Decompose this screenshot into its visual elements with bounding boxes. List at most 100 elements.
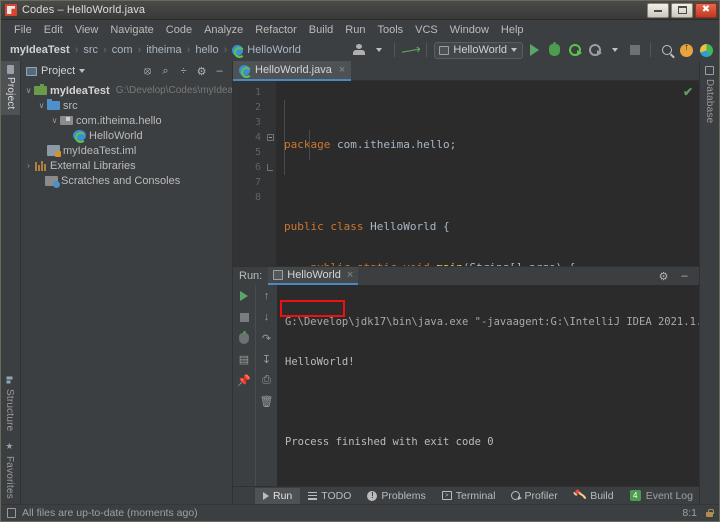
- settings-gear-icon[interactable]: ⚙: [657, 270, 670, 283]
- code-content[interactable]: package com.itheima.hello; public class …: [276, 81, 699, 266]
- chevron-down-icon[interactable]: [606, 42, 623, 59]
- minimize-button[interactable]: [647, 2, 669, 18]
- fold-marker-open[interactable]: [265, 130, 276, 145]
- tree-node-package[interactable]: ∨ com.itheima.hello: [21, 113, 232, 128]
- debug-icon[interactable]: [237, 330, 251, 345]
- menu-vcs[interactable]: VCS: [409, 23, 444, 37]
- back-arrow-icon[interactable]: ⟶: [400, 40, 423, 59]
- menu-file[interactable]: File: [8, 23, 38, 37]
- chevron-down-icon[interactable]: [370, 42, 387, 59]
- tree-node-iml[interactable]: myIdeaTest.iml: [21, 143, 232, 158]
- run-configuration-selector[interactable]: HelloWorld: [434, 41, 523, 59]
- scroll-to-end-icon[interactable]: ↧: [260, 352, 274, 366]
- menu-tools[interactable]: Tools: [371, 23, 409, 37]
- fold-marker-end[interactable]: [265, 160, 276, 175]
- hide-icon[interactable]: ‒: [678, 270, 691, 283]
- scroll-from-source-icon[interactable]: ÷: [177, 65, 190, 78]
- chevron-down-icon[interactable]: ∨: [23, 86, 34, 95]
- clear-all-icon[interactable]: 🗑: [260, 394, 274, 408]
- breadcrumb-item-src[interactable]: src: [83, 44, 98, 56]
- run-icon: [263, 491, 269, 500]
- tree-node-external-libraries[interactable]: › External Libraries: [21, 158, 232, 173]
- profiler-button[interactable]: [586, 42, 603, 59]
- event-log-button[interactable]: 4 Event Log: [629, 490, 699, 502]
- print-icon[interactable]: ⎙: [260, 373, 274, 387]
- tree-node-module[interactable]: ∨ myIdeaTest G:\Develop\Codes\myIdeaTest: [21, 83, 232, 98]
- tool-button-todo[interactable]: TODO: [300, 488, 359, 504]
- menu-edit[interactable]: Edit: [38, 23, 69, 37]
- chevron-down-icon[interactable]: ∨: [49, 116, 60, 125]
- lock-icon[interactable]: [705, 509, 714, 517]
- menu-window[interactable]: Window: [444, 23, 495, 37]
- settings-gear-icon[interactable]: ⚙: [195, 65, 208, 78]
- sidebar-item-project[interactable]: Project: [1, 61, 20, 115]
- down-arrow-icon[interactable]: ↓: [260, 310, 274, 324]
- tab-helloworld-java[interactable]: HelloWorld.java ×: [233, 61, 352, 81]
- tool-button-build[interactable]: 🪓 Build: [566, 488, 622, 504]
- menu-view[interactable]: View: [69, 23, 105, 37]
- chevron-down-icon[interactable]: [79, 69, 86, 73]
- caret-position[interactable]: 8:1: [682, 507, 697, 519]
- menu-code[interactable]: Code: [160, 23, 198, 37]
- debug-button[interactable]: [546, 42, 563, 59]
- breadcrumb-item-com[interactable]: com: [112, 44, 133, 56]
- stop-button[interactable]: [626, 42, 643, 59]
- sidebar-item-database[interactable]: Database: [700, 61, 719, 128]
- run-tab-helloworld[interactable]: HelloWorld ×: [268, 267, 359, 285]
- close-button[interactable]: ✖: [695, 2, 717, 18]
- run-with-coverage-button[interactable]: [566, 42, 583, 59]
- breadcrumb-item-project[interactable]: myIdeaTest: [10, 44, 70, 56]
- up-arrow-icon[interactable]: ↑: [260, 289, 274, 303]
- menu-navigate[interactable]: Navigate: [104, 23, 159, 37]
- idea-logo-icon[interactable]: [698, 42, 715, 59]
- rerun-icon[interactable]: [237, 289, 251, 303]
- menu-analyze[interactable]: Analyze: [198, 23, 249, 37]
- tool-button-run[interactable]: Run: [255, 487, 301, 504]
- breadcrumb-separator: ›: [103, 44, 107, 56]
- menu-help[interactable]: Help: [495, 23, 530, 37]
- fold-gutter[interactable]: [265, 81, 276, 266]
- sidebar-item-structure[interactable]: Structure: [1, 372, 18, 436]
- tool-button-profiler[interactable]: Profiler: [503, 488, 565, 504]
- menu-refactor[interactable]: Refactor: [249, 23, 303, 37]
- event-log-count-badge: 4: [629, 490, 641, 501]
- editor-gutter[interactable]: 1 2 3 4 5 6 7 8: [233, 81, 265, 266]
- stop-icon[interactable]: [237, 310, 251, 324]
- chevron-right-icon[interactable]: ›: [23, 161, 34, 170]
- breadcrumb-item-itheima[interactable]: itheima: [146, 44, 181, 56]
- breadcrumb-item-helloworld[interactable]: HelloWorld: [247, 44, 301, 56]
- breadcrumb-item-hello[interactable]: hello: [195, 44, 218, 56]
- run-button[interactable]: [526, 42, 543, 59]
- idea-window: Codes – HelloWorld.java ✖ File Edit View…: [0, 0, 720, 522]
- expand-all-icon[interactable]: ⌕: [159, 65, 172, 78]
- code-editor[interactable]: 1 2 3 4 5 6 7 8 package com.itheima.hell…: [233, 81, 699, 266]
- pin-icon[interactable]: 📌: [237, 373, 251, 387]
- hide-icon[interactable]: ‒: [213, 65, 226, 78]
- code-line-1: package com.itheima.hello;: [284, 138, 457, 151]
- tree-node-class[interactable]: HelloWorld: [21, 128, 232, 143]
- close-icon[interactable]: ×: [339, 64, 345, 76]
- menu-run[interactable]: Run: [339, 23, 371, 37]
- tool-button-terminal[interactable]: > Terminal: [434, 488, 504, 504]
- chevron-down-icon[interactable]: ∨: [36, 101, 47, 110]
- search-everywhere-icon[interactable]: [658, 42, 675, 59]
- console-output[interactable]: G:\Develop\jdk17\bin\java.exe "-javaagen…: [277, 285, 699, 486]
- user-profile-icon[interactable]: [350, 42, 367, 59]
- menu-build[interactable]: Build: [303, 23, 339, 37]
- inspection-status-icon[interactable]: ✔: [683, 85, 693, 99]
- soft-wrap-icon[interactable]: ↷: [260, 331, 274, 345]
- iml-file-icon: [47, 145, 61, 157]
- tool-button-problems[interactable]: ! Problems: [359, 488, 433, 504]
- tree-node-scratches[interactable]: Scratches and Consoles: [21, 173, 232, 188]
- maximize-button[interactable]: [671, 2, 693, 18]
- update-project-icon[interactable]: [678, 42, 695, 59]
- run-tab-label: HelloWorld: [287, 269, 341, 281]
- tree-node-src[interactable]: ∨ src: [21, 98, 232, 113]
- collapse-all-icon[interactable]: ⦻: [141, 65, 154, 78]
- layout-icon[interactable]: ▤: [237, 352, 251, 366]
- close-icon[interactable]: ×: [347, 269, 353, 281]
- sidebar-item-favorites[interactable]: ★ Favorites: [1, 436, 18, 504]
